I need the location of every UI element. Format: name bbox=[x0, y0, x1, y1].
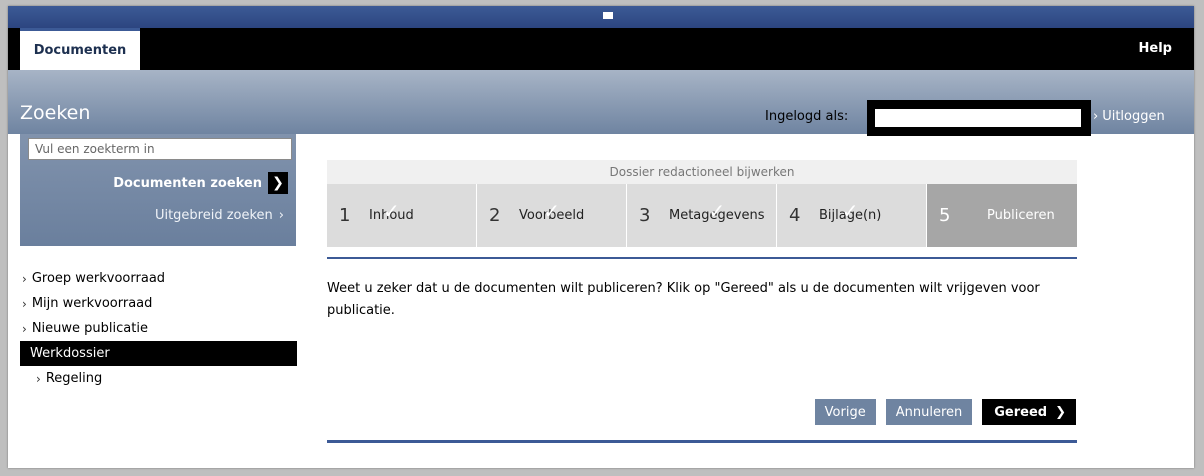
step-label: Metagegevens ✓ bbox=[669, 199, 765, 223]
logout-link[interactable]: › Uitloggen bbox=[1093, 109, 1165, 124]
sidebar-item-label: Regeling bbox=[45, 371, 103, 386]
wizard-title: Dossier redactioneel bijwerken bbox=[327, 160, 1077, 184]
action-buttons: Vorige Annuleren Gereed ❯ bbox=[814, 399, 1076, 425]
step-number: 4 bbox=[789, 205, 801, 226]
step-label: Publiceren bbox=[987, 208, 1055, 223]
main-content: Dossier redactioneel bijwerken 1 Inhoud … bbox=[298, 138, 1078, 468]
wizard: Dossier redactioneel bijwerken 1 Inhoud … bbox=[327, 160, 1077, 259]
page-header: Zoeken Ingelogd als: › Uitloggen bbox=[8, 70, 1194, 136]
bottom-divider bbox=[327, 440, 1077, 443]
logged-in-label: Ingelogd als: bbox=[765, 109, 849, 124]
previous-button[interactable]: Vorige bbox=[814, 399, 876, 425]
step-number: 2 bbox=[489, 205, 501, 226]
confirmation-message: Weet u zeker dat u de documenten wilt pu… bbox=[327, 281, 1040, 318]
sidebar-item-label: Mijn werkvoorraad bbox=[31, 296, 153, 311]
step-voorbeeld[interactable]: 2 Voorbeeld ✓ bbox=[477, 184, 627, 247]
step-publiceren[interactable]: 5 Publiceren bbox=[927, 184, 1077, 247]
documents-search-button[interactable]: Documenten zoeken ❯ bbox=[113, 172, 288, 194]
tab-documents[interactable]: Documenten bbox=[20, 28, 140, 70]
arrow-right-icon: ❯ bbox=[1055, 404, 1066, 420]
top-strip bbox=[8, 6, 1194, 28]
page-title: Zoeken bbox=[20, 102, 91, 124]
step-label-text: Inhoud bbox=[369, 208, 414, 223]
step-bijlagen[interactable]: 4 Bijlage(n) ✓ bbox=[777, 184, 927, 247]
app-window: Documenten Help Zoeken Ingelogd als: › U… bbox=[8, 6, 1194, 468]
cancel-button[interactable]: Annuleren bbox=[885, 399, 973, 425]
step-number: 5 bbox=[939, 205, 951, 226]
step-inhoud[interactable]: 1 Inhoud ✓ bbox=[327, 184, 477, 247]
step-label-text: Metagegevens bbox=[669, 208, 765, 223]
logged-in-user-box bbox=[867, 100, 1091, 136]
chevron-right-icon: › bbox=[22, 296, 27, 311]
step-label: Inhoud ✓ bbox=[369, 199, 414, 223]
chevron-right-icon: › bbox=[278, 208, 284, 223]
done-label: Gereed bbox=[994, 404, 1048, 420]
chevron-right-icon: › bbox=[1093, 109, 1099, 124]
sidebar-item-mijn-werkvoorraad[interactable]: › Mijn werkvoorraad bbox=[20, 291, 296, 316]
logged-in-user-field bbox=[875, 109, 1081, 127]
done-button[interactable]: Gereed ❯ bbox=[982, 399, 1076, 425]
step-number: 1 bbox=[339, 205, 351, 226]
advanced-search-label: Uitgebreid zoeken bbox=[154, 208, 273, 223]
arrow-right-icon: ❯ bbox=[268, 172, 288, 194]
step-label: Bijlage(n) ✓ bbox=[819, 199, 882, 223]
wizard-divider bbox=[327, 257, 1077, 259]
step-number: 3 bbox=[639, 205, 651, 226]
step-label-text: Voorbeeld bbox=[519, 208, 585, 223]
sidebar-nav: › Groep werkvoorraad › Mijn werkvoorraad… bbox=[20, 266, 297, 391]
top-navbar: Documenten Help bbox=[8, 28, 1194, 70]
step-label-text: Bijlage(n) bbox=[819, 208, 882, 223]
search-input[interactable] bbox=[28, 138, 292, 160]
documents-search-label: Documenten zoeken bbox=[113, 175, 262, 191]
sidebar-item-groep-werkvoorraad[interactable]: › Groep werkvoorraad bbox=[20, 266, 296, 291]
chevron-right-icon: › bbox=[22, 271, 27, 286]
sidebar-item-regeling[interactable]: › Regeling bbox=[20, 366, 296, 391]
step-metagegevens[interactable]: 3 Metagegevens ✓ bbox=[627, 184, 777, 247]
sidebar-item-label: Nieuwe publicatie bbox=[31, 321, 148, 336]
chevron-right-icon: › bbox=[22, 321, 27, 336]
step-label: Voorbeeld ✓ bbox=[519, 199, 585, 223]
sidebar-item-nieuwe-publicatie[interactable]: › Nieuwe publicatie bbox=[20, 316, 296, 341]
sidebar-item-werkdossier[interactable]: Werkdossier bbox=[20, 341, 297, 366]
sidebar-item-label: Groep werkvoorraad bbox=[31, 271, 166, 286]
sidebar-item-label: Werkdossier bbox=[30, 346, 110, 361]
wizard-steps: 1 Inhoud ✓ 2 Voorbeeld ✓ 3 Metagegevens … bbox=[327, 184, 1077, 247]
search-panel: Documenten zoeken ❯ Uitgebreid zoeken › bbox=[20, 134, 296, 246]
advanced-search-link[interactable]: Uitgebreid zoeken › bbox=[155, 208, 284, 223]
top-strip-marker bbox=[603, 12, 613, 19]
logout-label: Uitloggen bbox=[1102, 109, 1165, 124]
help-link[interactable]: Help bbox=[1139, 28, 1172, 70]
chevron-right-icon: › bbox=[36, 371, 41, 386]
